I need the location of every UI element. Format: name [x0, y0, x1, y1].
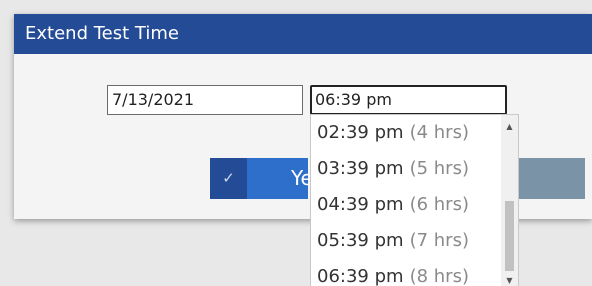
option-duration: (4 hrs)	[409, 122, 469, 143]
option-time: 06:39 pm	[317, 266, 404, 286]
time-option[interactable]: 04:39 pm (6 hrs)	[317, 187, 469, 223]
date-field[interactable]: 7/13/2021	[107, 85, 303, 115]
option-duration: (7 hrs)	[409, 230, 469, 251]
time-option[interactable]: 06:39 pm (8 hrs)	[317, 259, 469, 286]
scroll-up-arrow-icon[interactable]: ▲	[501, 121, 518, 133]
dialog-title: Extend Test Time	[14, 14, 592, 54]
scroll-thumb[interactable]	[505, 201, 514, 271]
time-dropdown-list[interactable]: 02:39 pm (4 hrs) 03:39 pm (5 hrs) 04:39 pm…	[310, 114, 519, 286]
option-duration: (5 hrs)	[409, 158, 469, 179]
time-option[interactable]: 03:39 pm (5 hrs)	[317, 151, 469, 187]
option-time: 04:39 pm	[317, 194, 404, 215]
confirm-button[interactable]: ✓ Ye	[210, 158, 313, 199]
option-duration: (6 hrs)	[409, 194, 469, 215]
time-field[interactable]: 06:39 pm	[310, 85, 507, 115]
scroll-down-arrow-icon[interactable]: ▼	[501, 275, 518, 286]
option-time: 03:39 pm	[317, 158, 404, 179]
option-time: 02:39 pm	[317, 122, 404, 143]
dropdown-scrollbar[interactable]: ▲ ▼	[501, 115, 518, 286]
time-option[interactable]: 05:39 pm (7 hrs)	[317, 223, 469, 259]
option-time: 05:39 pm	[317, 230, 404, 251]
option-duration: (8 hrs)	[409, 266, 469, 286]
check-icon: ✓	[210, 158, 247, 199]
time-option[interactable]: 02:39 pm (4 hrs)	[317, 115, 469, 151]
